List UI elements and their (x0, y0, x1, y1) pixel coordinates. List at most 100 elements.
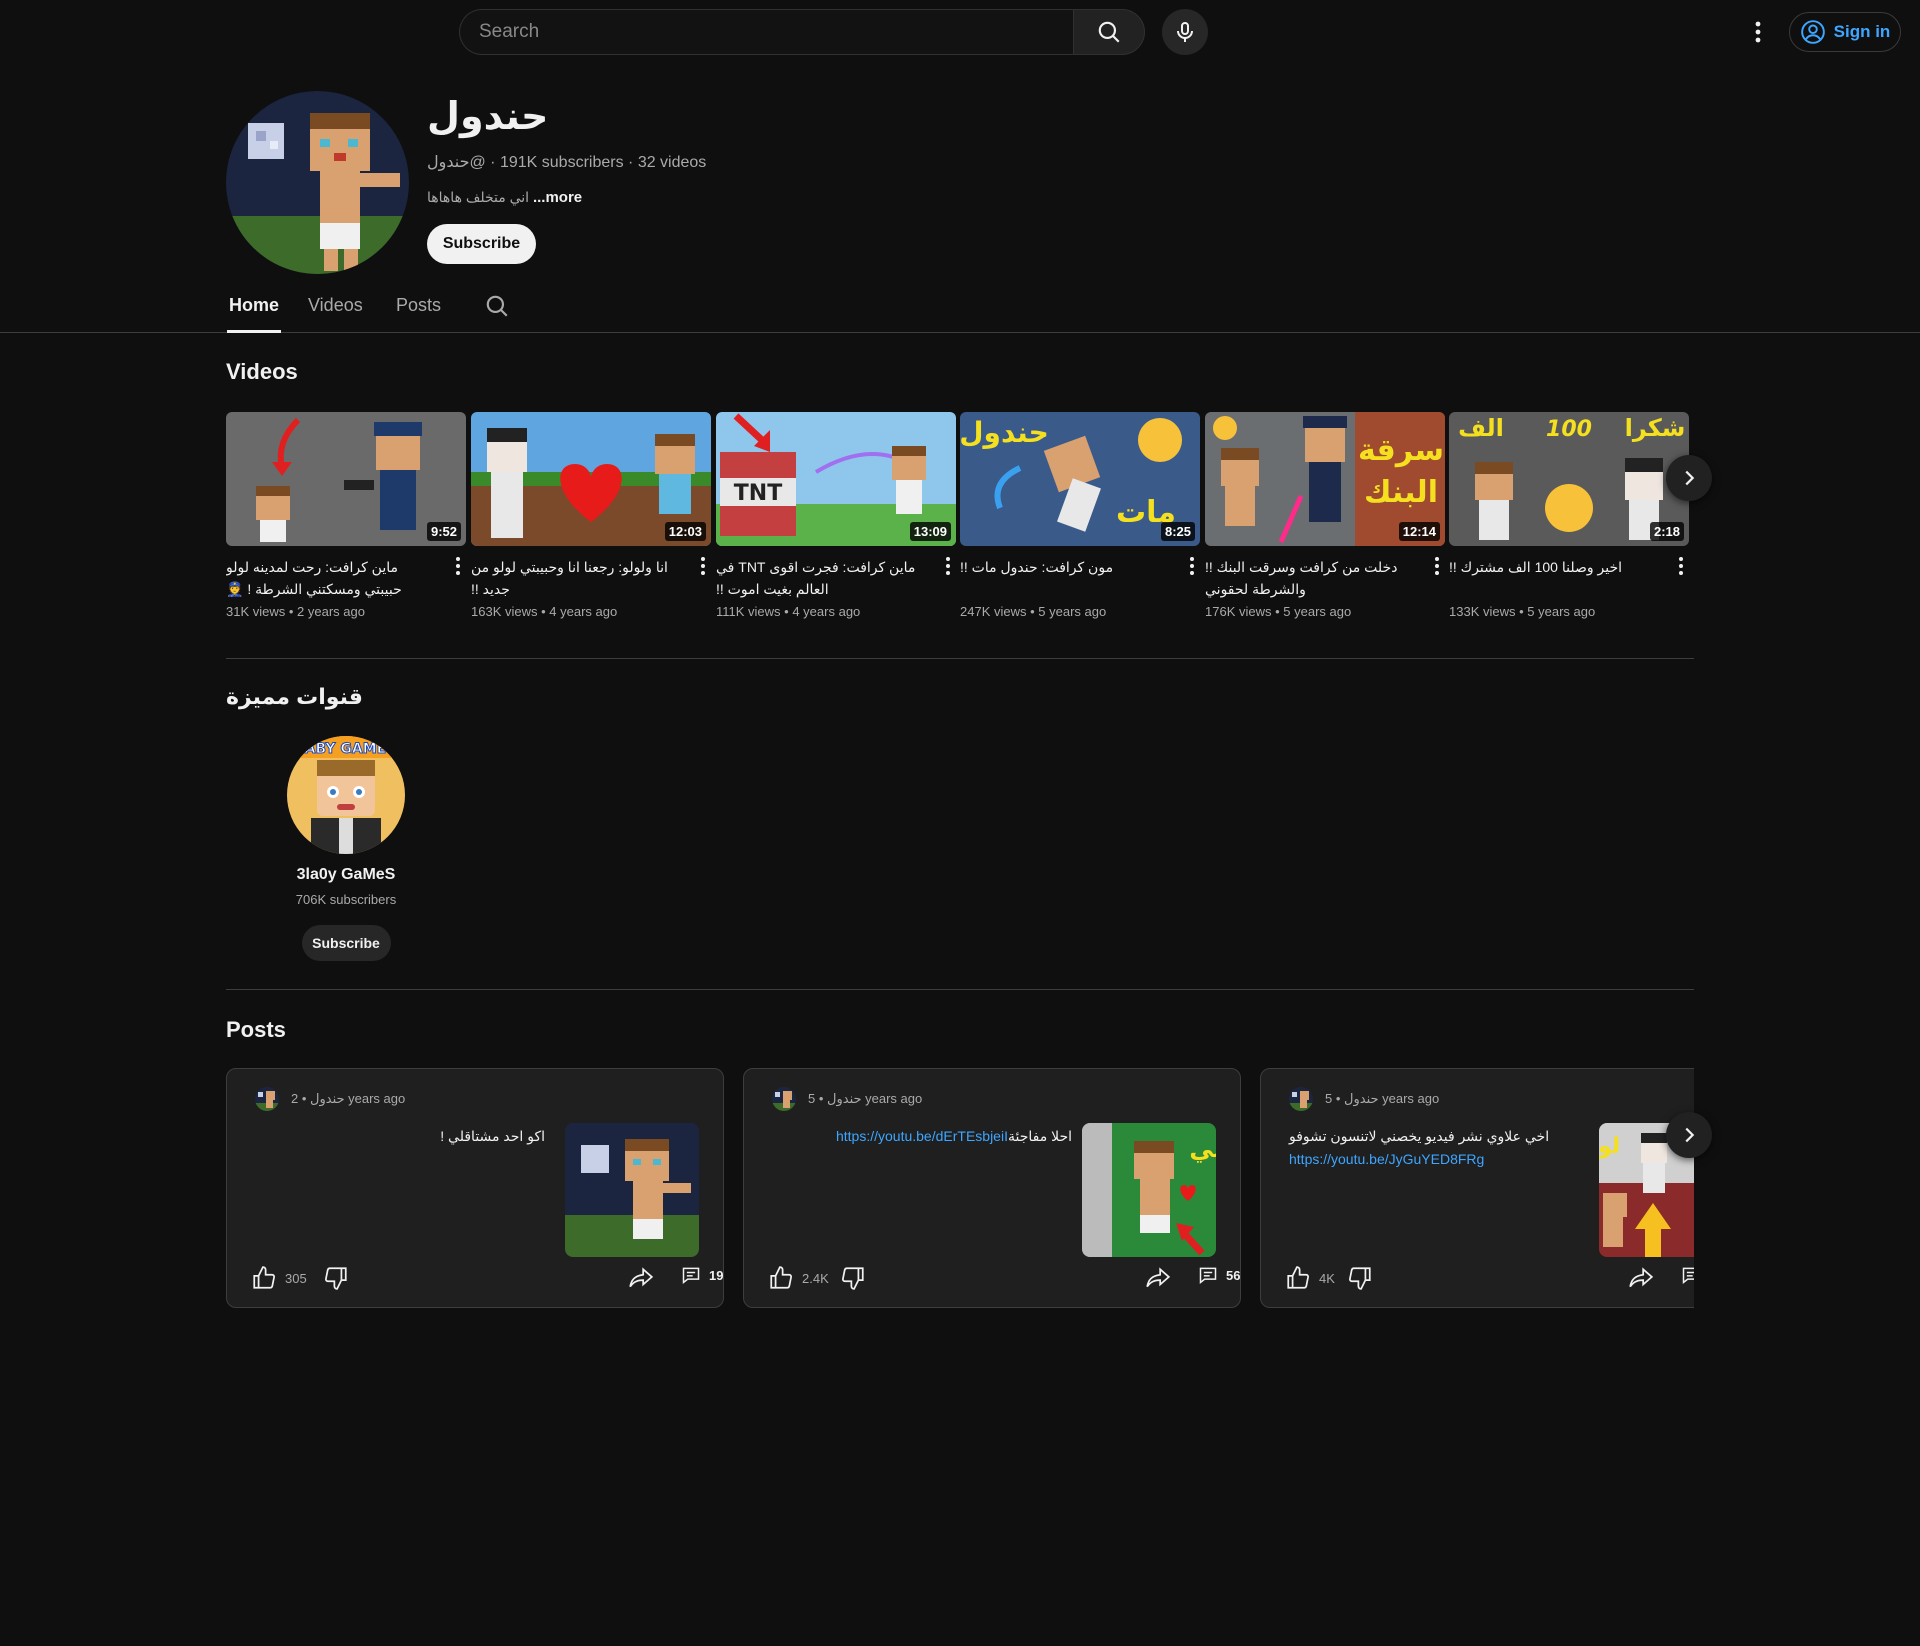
video-card[interactable]: الف 100 شكرا 2:18 اخير وصلنا 100 الف مشت… (1449, 412, 1689, 619)
video-menu-button[interactable] (695, 554, 711, 578)
featured-subscribe-button[interactable]: Subscribe (301, 925, 391, 961)
videos-next-button[interactable] (1666, 455, 1712, 501)
voice-search-button[interactable] (1162, 9, 1208, 55)
video-title[interactable]: ماين كرافت: فجرت اقوى TNT في العالم بغيت… (716, 556, 928, 600)
post-image[interactable] (565, 1123, 699, 1257)
post-header: حندول • 2 years ago (255, 1087, 405, 1111)
featured-section-title: قنوات مميزة (226, 684, 363, 709)
tab-videos[interactable]: Videos (308, 295, 363, 316)
channel-avatar[interactable] (226, 91, 409, 274)
video-meta: 163K views • 4 years ago (471, 604, 618, 619)
post-author[interactable]: حندول • 5 years ago (1325, 1091, 1439, 1107)
video-menu-button[interactable] (450, 554, 466, 578)
dislike-button[interactable] (1347, 1265, 1373, 1291)
video-age: 5 years ago (1038, 604, 1107, 619)
video-card[interactable]: سرقة البنك 12:14 دخلت من كرافت وسرقت الب… (1205, 412, 1445, 619)
video-meta: 111K views • 4 years ago (716, 604, 861, 619)
video-title[interactable]: انا ولولو: رجعنا انا وحبيبتي لولو من جدي… (471, 556, 683, 600)
post-header: حندول • 5 years ago (772, 1087, 922, 1111)
post-author[interactable]: حندول • 2 years ago (291, 1091, 405, 1107)
video-meta: 176K views • 5 years ago (1205, 604, 1352, 619)
tab-home[interactable]: Home (229, 295, 279, 316)
thumb-bank-text-1: سرقة (1358, 433, 1444, 468)
post-card[interactable]: حندول • 5 years ago اخي علاوي نشر فيديو … (1260, 1068, 1694, 1308)
video-thumbnail[interactable]: 9:52 (226, 412, 466, 546)
video-title[interactable]: اخير وصلنا 100 الف مشترك !! (1449, 556, 1661, 600)
video-menu-button[interactable] (1429, 554, 1445, 578)
channel-search-button[interactable] (484, 293, 510, 324)
posts-next-button[interactable] (1666, 1112, 1712, 1158)
share-icon (1629, 1267, 1654, 1288)
thumbs-down-icon (842, 1267, 864, 1290)
share-button[interactable] (627, 1265, 655, 1291)
post-author-avatar[interactable] (772, 1087, 796, 1111)
post-author-avatar[interactable] (255, 1087, 279, 1111)
channel-description[interactable]: اني متخلف هاهاها ...more (427, 189, 582, 206)
video-menu-button[interactable] (1673, 554, 1689, 578)
video-thumbnail[interactable]: 12:03 (471, 412, 711, 546)
video-thumbnail[interactable]: حندول مات 8:25 (960, 412, 1200, 546)
description-text: اني متخلف هاهاها (427, 189, 530, 205)
video-title[interactable]: مون كرافت: حندول مات !! (960, 556, 1172, 600)
like-button[interactable]: 4K (1285, 1265, 1335, 1291)
video-card[interactable]: TNT 13:09 ماين كرافت: فجرت اقوى TNT في ا… (716, 412, 956, 619)
comments-button[interactable]: 19 (681, 1265, 723, 1285)
comments-button[interactable]: 56 (1198, 1265, 1240, 1285)
more-vertical-icon (1755, 21, 1761, 43)
post-text: اخي علاوي نشر فيديو يخصني لاتنسون تشوفو h… (1289, 1128, 1550, 1167)
video-thumbnail[interactable]: الف 100 شكرا 2:18 (1449, 412, 1689, 546)
post-card[interactable]: حندول • 2 years ago اكو احد مشتاقلي ! 30… (226, 1068, 724, 1308)
thumb-hundred-text: 100 (1546, 417, 1592, 442)
post-actions: 4K (1285, 1265, 1694, 1295)
post-card[interactable]: حندول • 5 years ago احلا مفاجئةhttps://y… (743, 1068, 1241, 1308)
video-thumbnail[interactable]: TNT 13:09 (716, 412, 956, 546)
video-meta: 31K views • 2 years ago (226, 604, 365, 619)
video-menu-button[interactable] (1184, 554, 1200, 578)
video-card[interactable]: 12:03 انا ولولو: رجعنا انا وحبيبتي لولو … (471, 412, 711, 619)
video-thumbnail[interactable]: سرقة البنك 12:14 (1205, 412, 1445, 546)
video-count: 32 videos (637, 154, 707, 171)
post-image-text: لي (1189, 1135, 1216, 1163)
like-count: 305 (285, 1270, 307, 1286)
featured-channel-card[interactable]: LABY GAMES 3la0y GaMeS 706K subscribers … (226, 736, 466, 961)
search-icon (1098, 21, 1120, 43)
comment-count: 19 (709, 1267, 724, 1283)
video-meta: 133K views • 5 years ago (1449, 604, 1596, 619)
video-duration: 2:18 (1649, 522, 1684, 541)
dislike-button[interactable] (323, 1265, 349, 1291)
video-card[interactable]: 9:52 ماين كرافت: رحت لمدينه لولو حبيبتي … (226, 412, 466, 619)
search-box[interactable] (459, 9, 1073, 55)
video-card[interactable]: حندول مات 8:25 مون كرافت: حندول مات !! 2… (960, 412, 1200, 619)
chevron-right-icon (1685, 470, 1695, 486)
sign-in-button[interactable]: Sign in (1789, 12, 1901, 52)
post-link[interactable]: https://youtu.be/JyGuYED8FRg (1289, 1151, 1484, 1167)
search-button[interactable] (1073, 9, 1145, 55)
subscribe-button[interactable]: Subscribe (427, 224, 536, 264)
comments-button[interactable] (1681, 1265, 1694, 1285)
post-link[interactable]: https://youtu.be/dErTEsbjeiI (836, 1128, 1008, 1144)
video-age: 5 years ago (1527, 604, 1596, 619)
top-bar: Sign in (0, 0, 1920, 64)
video-menu-button[interactable] (940, 554, 956, 578)
post-author-avatar[interactable] (1289, 1087, 1313, 1111)
like-button[interactable]: 2.4K (768, 1265, 829, 1291)
post-text: اكو احد مشتاقلي ! (440, 1128, 545, 1144)
dislike-button[interactable] (840, 1265, 866, 1291)
more-link[interactable]: ...more (533, 189, 582, 206)
search-input[interactable] (479, 21, 1073, 43)
thumb-bank-text-2: البنك (1364, 475, 1438, 510)
like-button[interactable]: 305 (251, 1265, 307, 1291)
tab-posts[interactable]: Posts (396, 295, 441, 316)
video-title[interactable]: ماين كرافت: رحت لمدينه لولو حبيبتي ومسكت… (226, 556, 438, 600)
share-button[interactable] (1144, 1265, 1172, 1291)
video-meta: 247K views • 5 years ago (960, 604, 1107, 619)
share-button[interactable] (1627, 1265, 1655, 1291)
video-title[interactable]: دخلت من كرافت وسرقت البنك !! والشرطة لحق… (1205, 556, 1417, 600)
video-duration: 12:14 (1398, 522, 1440, 541)
post-image[interactable]: لي (1082, 1123, 1216, 1257)
featured-channel-name[interactable]: 3la0y GaMeS (226, 866, 466, 884)
active-tab-indicator (227, 330, 281, 333)
post-author[interactable]: حندول • 5 years ago (808, 1091, 922, 1107)
featured-channel-avatar[interactable]: LABY GAMES (287, 736, 405, 854)
settings-more-button[interactable] (1738, 12, 1778, 52)
